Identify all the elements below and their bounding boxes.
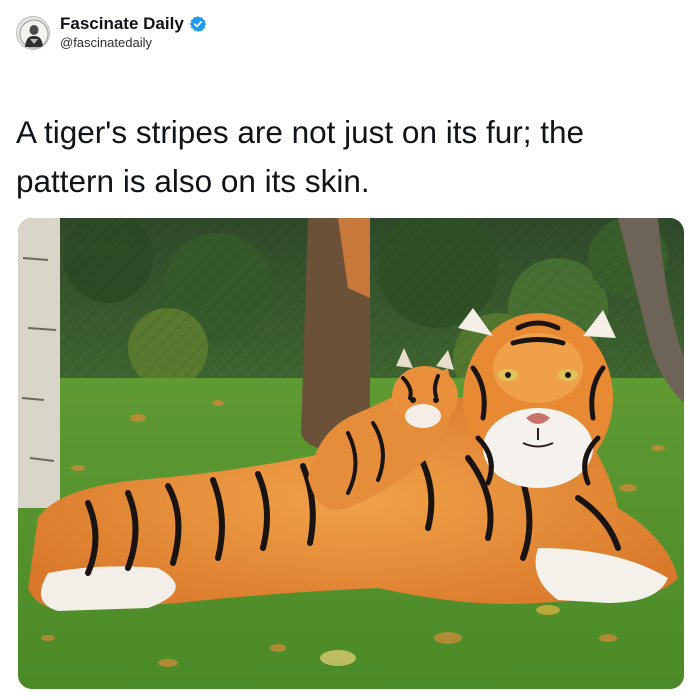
portrait-avatar-icon — [17, 16, 49, 49]
tweet-photo[interactable] — [18, 218, 684, 689]
avatar[interactable] — [16, 15, 50, 50]
tweet-header: Fascinate Daily @fascinatedaily — [16, 14, 207, 51]
tweet-text: A tiger's stripes are not just on its fu… — [16, 114, 585, 199]
display-name[interactable]: Fascinate Daily — [60, 14, 184, 34]
verified-badge-icon — [189, 15, 207, 33]
name-row: Fascinate Daily — [60, 14, 207, 34]
tweet-card: Fascinate Daily @fascinatedaily A tiger'… — [0, 0, 700, 700]
name-block: Fascinate Daily @fascinatedaily — [60, 14, 207, 51]
tiger-photo-image — [18, 218, 684, 689]
handle[interactable]: @fascinatedaily — [60, 35, 207, 51]
